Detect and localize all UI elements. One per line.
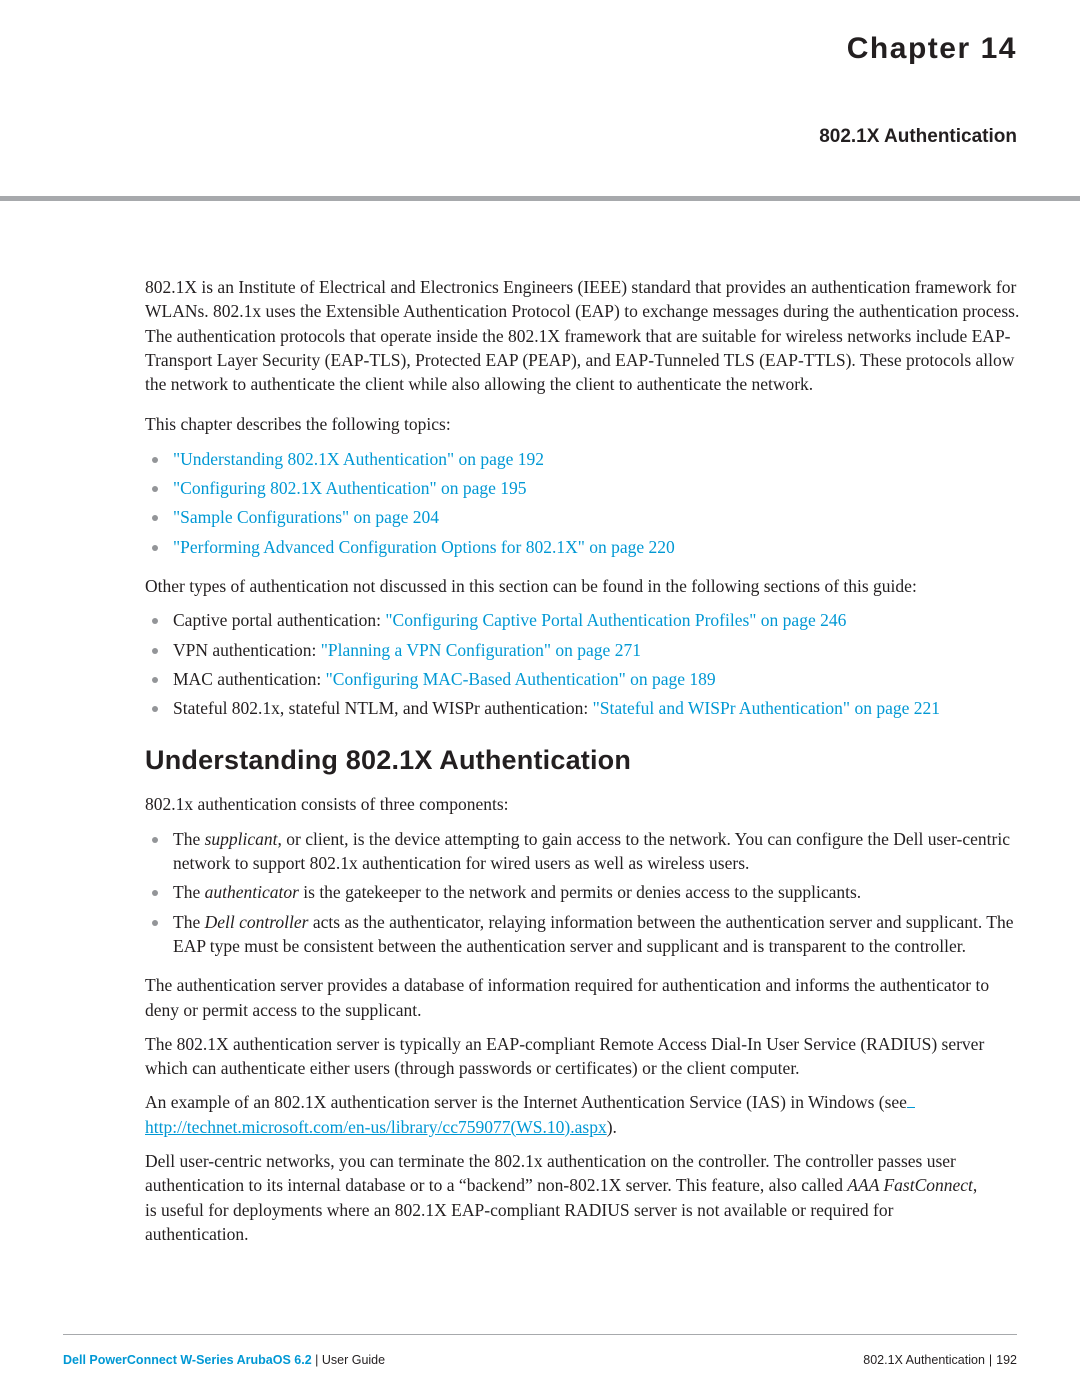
list-item: The supplicant, or client, is the device…	[145, 827, 1020, 876]
footer-guide-label: | User Guide	[311, 1353, 386, 1367]
item-link[interactable]: "Stateful and WISPr Authentication" on p…	[593, 698, 940, 718]
link-trailing-underline	[906, 1107, 915, 1109]
technet-url-link[interactable]: http://technet.microsoft.com/en-us/libra…	[145, 1117, 607, 1137]
page-content: 802.1X is an Institute of Electrical and…	[145, 275, 1020, 1246]
other-auth-list: Captive portal authentication: "Configur…	[145, 608, 1020, 720]
list-item[interactable]: VPN authentication: "Planning a VPN Conf…	[145, 638, 1020, 662]
topics-lead: This chapter describes the following top…	[145, 414, 451, 435]
fastconnect-pre: Dell user-centric networks, you can term…	[145, 1151, 956, 1196]
other-auth-lead: Other types of authentication not discus…	[145, 575, 917, 596]
section-heading: Understanding 802.1X Authentication	[145, 745, 632, 776]
list-item[interactable]: "Understanding 802.1X Authentication" on…	[145, 447, 1020, 471]
item-prefix: Stateful 802.1x, stateful NTLM, and WISP…	[173, 698, 593, 719]
example-post: ).	[606, 1116, 617, 1137]
footer-right: 802.1X Authentication | 192	[863, 1353, 1017, 1367]
item-prefix: VPN authentication:	[173, 639, 321, 660]
topic-link[interactable]: "Sample Configurations" on page 204	[173, 507, 439, 527]
list-item[interactable]: Captive portal authentication: "Configur…	[145, 608, 1020, 632]
chapter-word: Chapter	[846, 32, 971, 65]
footer-brand: Dell PowerConnect W-Series ArubaOS 6.2	[63, 1353, 312, 1367]
list-item: The Dell controller acts as the authenti…	[145, 910, 1020, 959]
component-pre: The	[173, 911, 205, 932]
paragraph-auth-server: The authentication server provides a dat…	[145, 975, 990, 1020]
list-item: The authenticator is the gatekeeper to t…	[145, 880, 1020, 904]
component-post: , or client, is the device attempting to…	[173, 828, 1010, 874]
intro-paragraph: 802.1X is an Institute of Electrical and…	[145, 277, 1020, 395]
list-item[interactable]: Stateful 802.1x, stateful NTLM, and WISP…	[145, 696, 1020, 720]
component-term: authenticator	[204, 882, 299, 903]
paragraph-fastconnect: Dell user-centric networks, you can term…	[145, 1149, 993, 1246]
list-item[interactable]: "Sample Configurations" on page 204	[145, 505, 1020, 529]
component-term: Dell controller	[204, 911, 309, 932]
item-link[interactable]: "Planning a VPN Configuration" on page 2…	[321, 640, 641, 660]
example-pre: An example of an 802.1X authentication s…	[145, 1092, 907, 1113]
topic-link[interactable]: "Understanding 802.1X Authentication" on…	[173, 449, 544, 469]
page-title: 802.1X Authentication	[819, 126, 1017, 147]
component-post: is the gatekeeper to the network and per…	[298, 882, 862, 903]
item-link[interactable]: "Configuring Captive Portal Authenticati…	[385, 610, 846, 630]
paragraph-radius: The 802.1X authentication server is typi…	[145, 1033, 985, 1079]
header-divider	[0, 196, 1080, 201]
components-list: The supplicant, or client, is the device…	[145, 827, 1020, 958]
component-pre: The	[173, 828, 205, 849]
item-prefix: Captive portal authentication:	[173, 610, 386, 631]
list-item[interactable]: "Performing Advanced Configuration Optio…	[145, 535, 1020, 559]
item-prefix: MAC authentication:	[173, 668, 326, 689]
list-item[interactable]: MAC authentication: "Configuring MAC-Bas…	[145, 667, 1020, 691]
section-lead: 802.1x authentication consists of three …	[145, 794, 509, 815]
list-item[interactable]: "Configuring 802.1X Authentication" on p…	[145, 476, 1020, 500]
topics-list: "Understanding 802.1X Authentication" on…	[145, 447, 1020, 559]
page-number: 192	[996, 1353, 1017, 1367]
topic-link[interactable]: "Configuring 802.1X Authentication" on p…	[173, 478, 527, 498]
paragraph-ias-example: An example of an 802.1X authentication s…	[145, 1090, 993, 1139]
footer-separator: |	[988, 1353, 993, 1367]
footer-divider	[63, 1334, 1017, 1335]
chapter-number: 14	[980, 32, 1017, 65]
fastconnect-term: AAA FastConnect	[847, 1175, 973, 1196]
footer-left: Dell PowerConnect W-Series ArubaOS 6.2 |…	[63, 1353, 385, 1367]
chapter-heading: Chapter 14	[847, 32, 1017, 66]
topic-link[interactable]: "Performing Advanced Configuration Optio…	[173, 537, 675, 557]
component-pre: The	[173, 882, 205, 903]
component-term: supplicant	[204, 828, 278, 849]
document-page: Chapter 14 802.1X Authentication 802.1X i…	[0, 0, 1080, 1397]
footer-section-title: 802.1X Authentication	[863, 1353, 985, 1367]
item-link[interactable]: "Configuring MAC-Based Authentication" o…	[326, 669, 716, 689]
